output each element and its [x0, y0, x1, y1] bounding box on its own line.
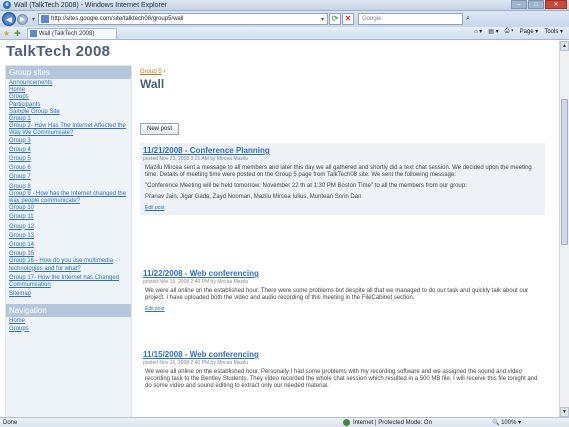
refresh-icon[interactable]: ⟳	[329, 13, 342, 25]
search-icon[interactable]: ⌕	[466, 15, 470, 23]
site-title[interactable]: TalkTech 2008	[6, 43, 110, 60]
tab-favicon-icon	[29, 30, 37, 37]
sidebar-item-group-6[interactable]: Group 6	[9, 165, 128, 172]
scroll-thumb[interactable]	[561, 99, 568, 245]
page-content: TalkTech 2008 Group sites Announcements …	[0, 41, 559, 417]
post-body: We were all online on the established ho…	[143, 369, 542, 390]
breadcrumb: Group 5 ›	[140, 69, 166, 75]
favorites-star-icon[interactable]: ★	[3, 29, 10, 38]
forward-button[interactable]: ▶	[17, 13, 28, 25]
sidebar-item-group-7[interactable]: Group 7	[9, 174, 128, 181]
tab-label: Wall (TalkTech 2008)	[38, 30, 95, 37]
sidebar-item-group-13[interactable]: Group 13	[9, 233, 128, 240]
window-title: Wall (TalkTech 2008) - Windows Internet …	[14, 1, 168, 9]
zone-label: Internet | Protected Mode: On	[353, 419, 432, 426]
address-toolbar: ◀ ▶ ▾ http://sites.google.com/site/talkt…	[0, 11, 569, 27]
sidebar-item-group-11[interactable]: Group 11	[9, 214, 128, 221]
nav-item-groups[interactable]: Groups	[9, 326, 128, 333]
sidebar-item-group-14[interactable]: Group 14	[9, 242, 128, 249]
home-icon[interactable]: ⌂ ▾	[474, 28, 482, 35]
page-menu[interactable]: Page ▾	[520, 28, 539, 35]
maximize-icon[interactable]: □	[528, 0, 544, 9]
post-body: We were all online on the established ho…	[143, 288, 542, 302]
post-conference-planning: 11/21/2008 - Conference Planning posted …	[140, 143, 545, 215]
new-post-button[interactable]: New post	[140, 123, 180, 135]
post-web-conferencing-1122: 11/22/2008 - Web conferencing posted Nov…	[140, 266, 545, 316]
post-meta: posted Nov 15, 2008 2:40 PM by Mircea Ma…	[143, 360, 249, 366]
sidebar-item-group-3[interactable]: Group 3	[9, 138, 128, 145]
globe-icon	[343, 419, 350, 426]
post-paragraph: Mazilu Mircea sent a message to all memb…	[145, 165, 532, 178]
security-zone[interactable]: Internet | Protected Mode: On	[343, 419, 432, 426]
back-button[interactable]: ◀	[2, 12, 16, 26]
sidebar-item-group-15[interactable]: Group 15	[9, 251, 128, 258]
sidebar-item-sample-group-site[interactable]: Sample Group Site	[9, 109, 128, 116]
sidebar-item-participants[interactable]: Participants	[9, 102, 128, 109]
sidebar-item-group-2[interactable]: Group 2- How Has The Internet Affected t…	[9, 123, 128, 137]
print-icon[interactable]: ⎙ ▾	[505, 28, 514, 35]
post-paragraph: We were all online on the established ho…	[145, 288, 529, 301]
main-content: Group 5 › Wall New post 11/21/2008 - Con…	[140, 69, 552, 389]
zoom-level[interactable]: 🔍 100% ▾	[492, 419, 521, 426]
site-favicon-icon	[41, 15, 50, 23]
add-favorites-icon[interactable]: ✚	[14, 29, 21, 38]
tools-menu[interactable]: Tools ▾	[544, 28, 563, 35]
close-icon[interactable]: ✕	[545, 0, 567, 9]
stop-icon[interactable]: ✕	[342, 13, 355, 25]
sidebar-item-group-9[interactable]: Group 9 - How has the Internet changed t…	[9, 191, 128, 205]
post-paragraph: We were all online on the established ho…	[145, 369, 538, 389]
post-title[interactable]: 11/22/2008 - Web conferencing	[143, 269, 542, 278]
nav-item-home[interactable]: Home	[9, 318, 128, 325]
breadcrumb-group-5[interactable]: Group 5	[140, 69, 162, 75]
sidebar-heading-group-sites: Group sites	[6, 66, 131, 79]
feeds-icon[interactable]: ▤ ▾	[488, 28, 498, 35]
page-title: Wall	[140, 77, 165, 91]
sidebar-item-home[interactable]: Home	[9, 87, 128, 94]
tab-wall[interactable]: Wall (TalkTech 2008)	[26, 27, 117, 39]
scroll-down-icon[interactable]: ▼	[560, 407, 569, 417]
window-controls: – □ ✕	[510, 0, 567, 9]
post-meta: posted Nov 15, 2008 2:40 PM by Mircea Ma…	[143, 279, 249, 285]
sidebar-item-group-1[interactable]: Group 1	[9, 116, 128, 123]
post-title[interactable]: 11/15/2008 - Web conferencing	[143, 350, 542, 359]
minimize-icon[interactable]: –	[511, 0, 527, 9]
status-text: Done	[3, 419, 18, 426]
sidebar-item-group-4[interactable]: Group 4	[9, 147, 128, 154]
zoom-value: 100%	[501, 420, 517, 426]
ie-logo-icon: e	[3, 1, 11, 9]
post-meta: posted Nov 23, 2008 3:21 AM by Mircea Ma…	[143, 156, 248, 162]
sidebar: Group sites Announcements Home Groups Pa…	[5, 65, 132, 417]
edit-post-link[interactable]: Edit post	[143, 205, 542, 211]
sidebar-item-group-12[interactable]: Group 12	[9, 224, 128, 231]
history-dropdown-icon[interactable]: ▾	[32, 16, 35, 23]
post-body: Mazilu Mircea sent a message to all memb…	[143, 165, 542, 201]
window-titlebar: e Wall (TalkTech 2008) - Windows Interne…	[0, 0, 569, 11]
post-title[interactable]: 11/21/2008 - Conference Planning	[143, 146, 542, 155]
url-text[interactable]: http://sites.google.com/site/talktech08/…	[51, 16, 318, 22]
post-web-conferencing-1115: 11/15/2008 - Web conferencing posted Nov…	[140, 347, 545, 398]
scroll-up-icon[interactable]: ▲	[560, 41, 569, 51]
address-dropdown-icon[interactable]: ▾	[321, 16, 324, 23]
sidebar-item-group-8[interactable]: Group 8	[9, 184, 128, 191]
navigation-list: Home Groups	[6, 317, 131, 333]
favorites-tabbar: ★ ✚ Wall (TalkTech 2008) ⌂ ▾ ▤ ▾ ⎙ ▾ Pag…	[0, 27, 569, 40]
sidebar-item-group-16[interactable]: Group 16 - How do you use multimedia tec…	[9, 258, 128, 272]
sidebar-item-group-17[interactable]: Group 17- How the Internet has Changed C…	[9, 275, 128, 289]
status-bar: Done Internet | Protected Mode: On 🔍 100…	[0, 417, 569, 427]
sidebar-item-group-10[interactable]: Group 10	[9, 205, 128, 212]
vertical-scrollbar[interactable]: ▲ ▼	[559, 41, 569, 417]
sidebar-heading-navigation: Navigation	[6, 304, 131, 318]
sidebar-item-sitemap[interactable]: Sitemap	[9, 291, 128, 298]
post-paragraph: Pranav Jain, Jigar Gada, Zayd Nooman, Ma…	[145, 194, 362, 200]
sidebar-list: Announcements Home Groups Participants S…	[6, 79, 131, 299]
post-paragraph: "Conference Meeting will be held tomorro…	[145, 183, 467, 189]
sidebar-item-announcements[interactable]: Announcements	[9, 80, 128, 87]
search-input[interactable]: Google	[358, 13, 464, 25]
edit-post-link[interactable]: Edit post	[143, 306, 542, 312]
sidebar-item-groups[interactable]: Groups	[9, 94, 128, 101]
sidebar-item-group-5[interactable]: Group 5	[9, 156, 128, 163]
command-bar: ⌂ ▾ ▤ ▾ ⎙ ▾ Page ▾ Tools ▾	[468, 28, 563, 35]
address-field[interactable]: http://sites.google.com/site/talktech08/…	[38, 13, 329, 25]
